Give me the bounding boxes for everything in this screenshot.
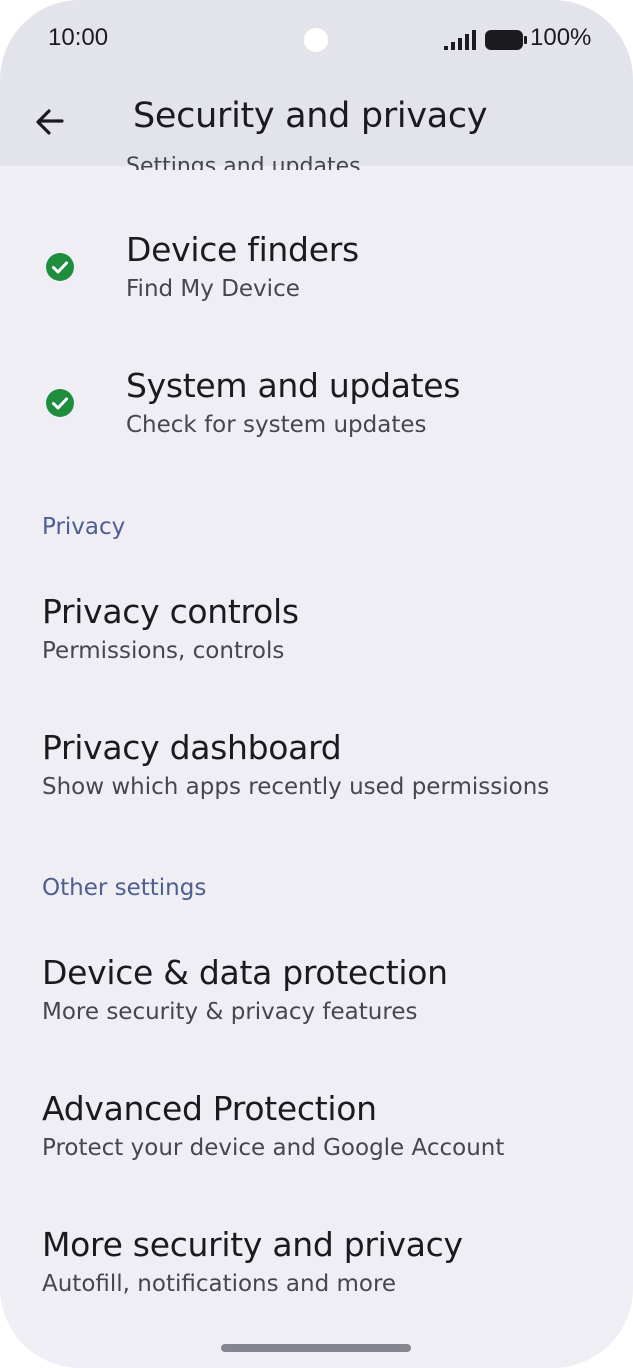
list-item-privacy-controls[interactable]: Privacy controls Permissions, controls <box>0 582 633 682</box>
battery-icon <box>485 30 527 50</box>
section-header-privacy: Privacy <box>42 514 126 540</box>
list-item-privacy-dashboard[interactable]: Privacy dashboard Show which apps recent… <box>0 718 633 818</box>
list-item-advanced-protection[interactable]: Advanced Protection Protect your device … <box>0 1079 633 1179</box>
item-title: System and updates <box>126 366 461 405</box>
item-subtitle: Check for system updates <box>126 412 427 438</box>
check-circle-icon <box>46 389 74 417</box>
item-title: Advanced Protection <box>42 1089 377 1128</box>
item-subtitle: Autofill, notifications and more <box>42 1271 397 1297</box>
back-arrow-icon[interactable] <box>24 96 76 148</box>
item-title: Device finders <box>126 230 359 269</box>
item-title: Device & data protection <box>42 953 448 992</box>
list-item-device-data-protection[interactable]: Device & data protection More security &… <box>0 943 633 1043</box>
battery-percentage: 100% <box>530 24 592 51</box>
home-gesture-bar[interactable] <box>221 1344 411 1352</box>
clipped-list-text: Settings and updates <box>126 154 361 170</box>
item-subtitle: Find My Device <box>126 276 300 302</box>
item-subtitle: Protect your device and Google Account <box>42 1135 505 1161</box>
camera-cutout <box>304 28 328 52</box>
check-circle-icon <box>46 253 74 281</box>
status-bar: 10:00 100% <box>0 0 633 80</box>
item-subtitle: More security & privacy features <box>42 999 418 1025</box>
page-title: Security and privacy <box>133 96 488 136</box>
list-item-system-updates[interactable]: System and updates Check for system upda… <box>0 356 633 456</box>
phone-screen: 10:00 100% Security and privacy Settings… <box>0 0 633 1368</box>
signal-icon <box>444 30 476 50</box>
item-title: More security and privacy <box>42 1225 463 1264</box>
item-title: Privacy controls <box>42 592 299 631</box>
item-subtitle: Show which apps recently used permission… <box>42 774 550 800</box>
status-time: 10:00 <box>48 24 109 51</box>
item-title: Privacy dashboard <box>42 728 342 767</box>
list-item-device-finders[interactable]: Device finders Find My Device <box>0 220 633 320</box>
item-subtitle: Permissions, controls <box>42 638 285 664</box>
list-item-more-security-privacy[interactable]: More security and privacy Autofill, noti… <box>0 1215 633 1315</box>
section-header-other-settings: Other settings <box>42 875 207 901</box>
